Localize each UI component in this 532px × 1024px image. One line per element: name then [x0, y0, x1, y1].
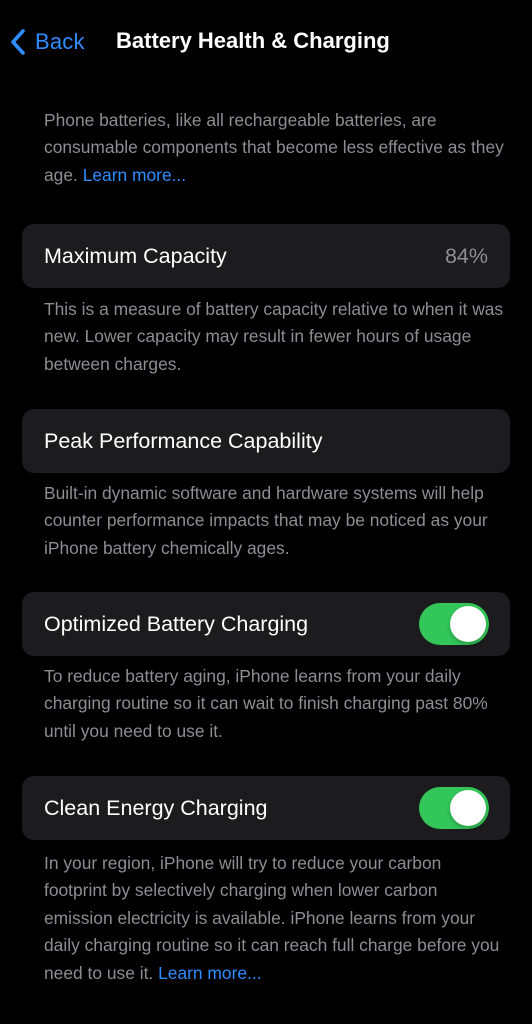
optimized-charging-row: Optimized Battery Charging — [22, 592, 510, 656]
page-title: Battery Health & Charging — [116, 28, 390, 53]
maximum-capacity-description: This is a measure of battery capacity re… — [44, 299, 504, 374]
optimized-charging-label: Optimized Battery Charging — [44, 611, 309, 636]
maximum-capacity-value: 84% — [444, 243, 488, 268]
back-button[interactable]: Back — [10, 26, 85, 58]
toggle-knob — [450, 790, 486, 826]
clean-energy-charging-description: In your region, iPhone will try to reduc… — [44, 850, 506, 987]
navigation-bar: Back Battery Health & Charging — [0, 0, 532, 84]
peak-performance-label: Peak Performance Capability — [44, 428, 323, 453]
clean-energy-text: In your region, iPhone will try to reduc… — [44, 853, 500, 983]
clean-energy-charging-toggle[interactable] — [419, 787, 489, 829]
optimized-charging-toggle[interactable] — [419, 603, 489, 645]
back-label: Back — [35, 29, 85, 54]
maximum-capacity-label: Maximum Capacity — [44, 243, 227, 268]
clean-energy-charging-label: Clean Energy Charging — [44, 795, 268, 820]
chevron-left-icon — [10, 28, 26, 56]
optimized-charging-description: To reduce battery aging, iPhone learns f… — [44, 666, 488, 741]
toggle-knob — [450, 606, 486, 642]
maximum-capacity-row: Maximum Capacity 84% — [22, 224, 510, 288]
learn-more-link[interactable]: Learn more... — [83, 165, 186, 185]
clean-energy-learn-more-link[interactable]: Learn more... — [158, 963, 261, 983]
intro-description: Phone batteries, like all rechargeable b… — [44, 107, 506, 189]
peak-performance-row[interactable]: Peak Performance Capability — [22, 409, 510, 473]
peak-performance-description: Built-in dynamic software and hardware s… — [44, 483, 488, 558]
clean-energy-charging-row: Clean Energy Charging — [22, 776, 510, 840]
